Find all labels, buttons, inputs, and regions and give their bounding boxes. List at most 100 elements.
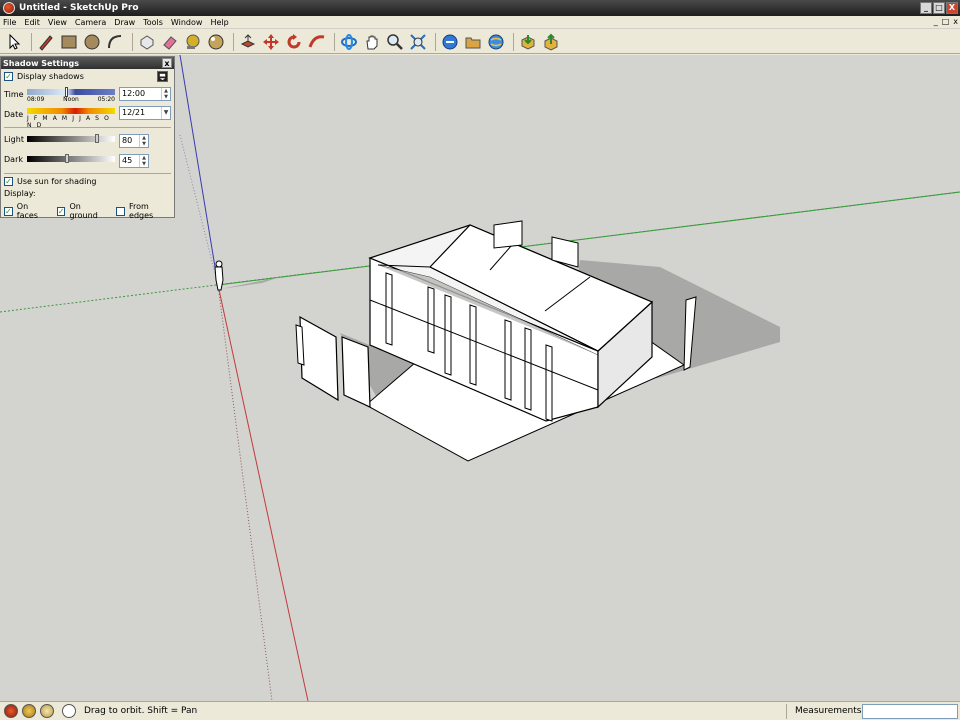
arc-icon: [108, 34, 122, 48]
time-tick-start: 08:09: [27, 96, 45, 103]
time-slider[interactable]: [27, 89, 115, 95]
from-edges-checkbox[interactable]: [116, 206, 126, 216]
scale-figure[interactable]: [214, 260, 280, 291]
eraser-tool-button[interactable]: [160, 32, 180, 52]
light-field[interactable]: 80 ▲ ▼: [119, 134, 149, 148]
building-model[interactable]: [295, 220, 697, 422]
menu-tools[interactable]: Tools: [143, 18, 163, 27]
arc-tool-button[interactable]: [105, 32, 125, 52]
make-component-button[interactable]: [137, 32, 157, 52]
time-field[interactable]: 12:00 ▲ ▼: [119, 87, 171, 101]
panel-title: Shadow Settings: [3, 58, 80, 68]
collapse-details-button[interactable]: [157, 71, 168, 82]
dark-slider-thumb[interactable]: [64, 154, 69, 163]
menu-view[interactable]: View: [48, 18, 67, 27]
hand-icon: [366, 35, 378, 49]
red-axis-dashed: [217, 284, 273, 701]
globe-back-icon: [442, 34, 458, 49]
date-slider[interactable]: [27, 108, 115, 114]
measurements-input[interactable]: [862, 704, 958, 719]
menu-draw[interactable]: Draw: [114, 18, 135, 27]
use-sun-checkbox[interactable]: ✓: [4, 177, 13, 186]
panel-divider: [4, 173, 171, 174]
tape-measure-icon: [186, 34, 200, 49]
help-icon[interactable]: [62, 704, 76, 718]
circle-tool-button[interactable]: [82, 32, 102, 52]
dark-slider[interactable]: [27, 156, 115, 162]
push-pull-button[interactable]: [238, 32, 258, 52]
paint-bucket-button[interactable]: [206, 32, 226, 52]
menu-file[interactable]: File: [3, 18, 16, 27]
main-toolbar: [0, 30, 960, 54]
pencil-icon: [39, 34, 53, 51]
copyright-icon[interactable]: [40, 704, 54, 718]
use-sun-row: ✓ Use sun for shading: [4, 177, 96, 186]
on-ground-checkbox[interactable]: ✓: [56, 206, 66, 216]
circle-icon: [84, 34, 100, 49]
zoom-tool-button[interactable]: [385, 32, 405, 52]
display-shadows-label: Display shadows: [17, 72, 84, 81]
on-faces-checkbox[interactable]: ✓: [4, 206, 13, 216]
doc-close-button[interactable]: x: [953, 17, 958, 26]
zoom-extents-button[interactable]: [408, 32, 428, 52]
geo-location-icon[interactable]: [4, 704, 18, 718]
panel-divider: [4, 127, 171, 128]
dark-value: 45: [122, 156, 133, 165]
follow-me-button[interactable]: [307, 32, 327, 52]
orbit-tool-button[interactable]: [339, 32, 359, 52]
collapse-icon: [159, 73, 166, 81]
folder-icon: [465, 37, 481, 48]
rotate-icon: [287, 33, 301, 48]
rotate-tool-button[interactable]: [284, 32, 304, 52]
dark-field[interactable]: 45 ▲ ▼: [119, 154, 149, 168]
push-pull-icon: [240, 33, 256, 48]
light-spinner-arrows[interactable]: ▲ ▼: [139, 135, 148, 147]
panel-title-bar[interactable]: Shadow Settings x: [1, 57, 174, 69]
time-value: 12:00: [122, 89, 146, 98]
paint-bucket-icon: [208, 34, 224, 49]
light-slider-thumb[interactable]: [95, 134, 100, 143]
blue-axis-dashed: [179, 134, 219, 286]
minimize-button[interactable]: _: [920, 2, 932, 14]
menu-edit[interactable]: Edit: [24, 18, 40, 27]
date-dropdown-arrow[interactable]: ▼: [161, 107, 170, 119]
menu-help[interactable]: Help: [210, 18, 228, 27]
dark-slider-track-wrap: [1, 154, 176, 166]
sketchup-app-icon[interactable]: [3, 2, 15, 14]
share-model-button[interactable]: [541, 32, 561, 52]
doc-minimize-button[interactable]: _: [934, 17, 938, 26]
rectangle-tool-button[interactable]: [59, 32, 79, 52]
pan-tool-button[interactable]: [362, 32, 382, 52]
display-shadows-checkbox[interactable]: ✓: [4, 72, 13, 81]
light-slider[interactable]: [27, 136, 115, 142]
move-tool-button[interactable]: [261, 32, 281, 52]
standard-views-button[interactable]: [486, 32, 506, 52]
doc-restore-button[interactable]: □: [942, 17, 950, 26]
previous-view-button[interactable]: [440, 32, 460, 52]
time-spinner-arrows[interactable]: ▲ ▼: [161, 88, 170, 100]
close-button[interactable]: X: [946, 2, 958, 14]
get-models-button[interactable]: [518, 32, 538, 52]
credits-icon[interactable]: [22, 704, 36, 718]
dark-spinner-arrows[interactable]: ▲ ▼: [139, 155, 148, 167]
date-field[interactable]: 12/21 ▼: [119, 106, 171, 120]
on-faces-label: On faces: [16, 202, 38, 220]
tape-measure-button[interactable]: [183, 32, 203, 52]
display-shadows-row: ✓ Display shadows: [4, 72, 84, 81]
get-models-icon: [521, 34, 535, 50]
window-title: Untitled - SketchUp Pro: [19, 3, 139, 13]
panel-close-button[interactable]: x: [162, 58, 172, 68]
toolbar-separator: [435, 32, 436, 51]
pencil-tool-button[interactable]: [36, 32, 56, 52]
status-hint: Drag to orbit. Shift = Pan: [84, 706, 198, 716]
toolbar-separator: [334, 32, 335, 51]
magnifier-icon: [387, 33, 403, 50]
restore-button[interactable]: □: [933, 2, 945, 14]
shadow-settings-panel: Shadow Settings x ✓ Display shadows Time…: [0, 56, 176, 220]
follow-me-icon: [308, 34, 325, 48]
menu-window[interactable]: Window: [171, 18, 203, 27]
select-tool-button[interactable]: [4, 32, 24, 52]
next-view-button[interactable]: [463, 32, 483, 52]
menu-camera[interactable]: Camera: [75, 18, 106, 27]
measurements-label: Measurements: [795, 706, 862, 716]
